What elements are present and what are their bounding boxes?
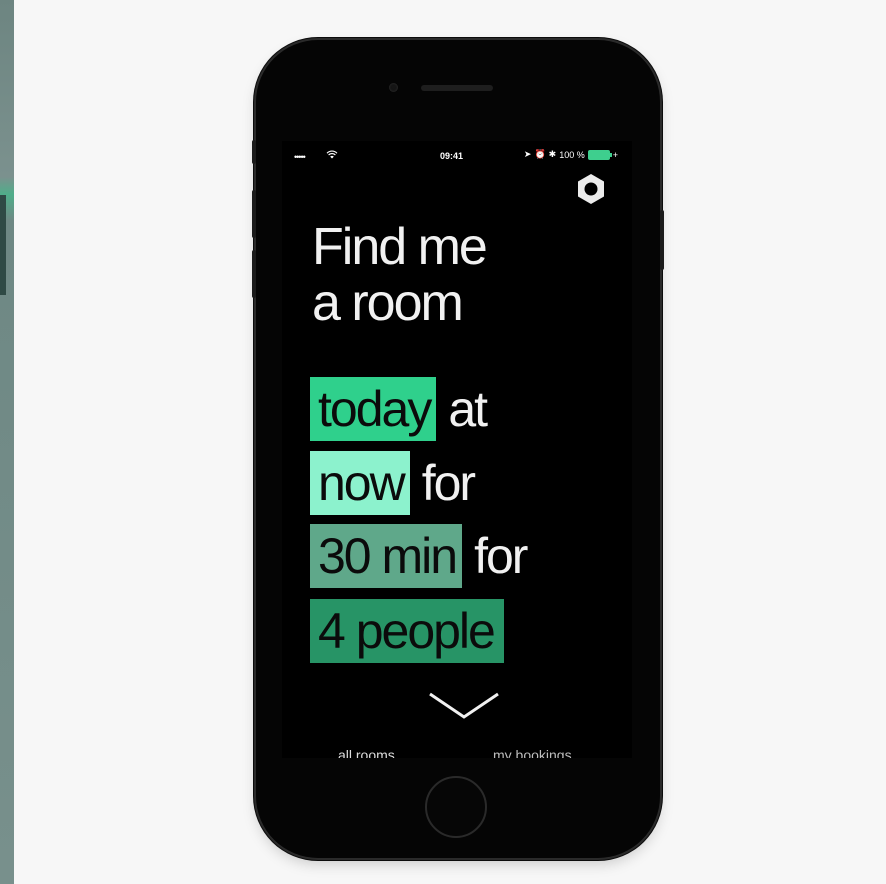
date-suffix: at	[448, 381, 488, 437]
wifi-icon	[326, 150, 338, 159]
earpiece-speaker	[421, 85, 493, 91]
headline-line-2: a room	[312, 274, 464, 332]
date-row: today at	[310, 377, 488, 441]
clock: 09:41	[440, 151, 464, 161]
people-chip[interactable]: 4 people	[310, 599, 504, 663]
duration-chip[interactable]: 30 min	[310, 524, 463, 588]
bluetooth-icon: ✱	[548, 149, 557, 159]
headline-line-1: Find me	[312, 218, 488, 276]
status-bar: ••••• 09:41 ➤ ⏰ ✱ 100 % +	[282, 141, 632, 169]
status-indicators: ➤ ⏰ ✱ 100 % +	[524, 149, 618, 160]
alarm-icon: ⏰	[534, 149, 546, 159]
volume-up-button	[252, 190, 256, 238]
bottom-tabs: all rooms my bookings	[282, 741, 632, 758]
mute-switch	[252, 140, 256, 164]
date-chip[interactable]: today	[310, 377, 437, 441]
headline: Find me a room	[312, 218, 488, 332]
signal-strength: •••••	[294, 152, 306, 162]
volume-down-button	[252, 250, 256, 298]
duration-suffix: for	[474, 528, 528, 584]
location-icon: ➤	[523, 149, 532, 159]
duration-row: 30 min for	[310, 524, 528, 588]
battery-percent: 100 %	[559, 149, 585, 160]
time-row: now for	[310, 451, 476, 515]
time-chip[interactable]: now	[310, 451, 410, 515]
background-sliver	[0, 195, 6, 295]
battery-icon	[587, 149, 612, 160]
tab-all-rooms[interactable]: all rooms	[338, 747, 395, 758]
time-suffix: for	[421, 455, 476, 511]
charging-icon: +	[612, 149, 618, 160]
people-row: 4 people	[310, 599, 516, 663]
power-button	[660, 210, 664, 270]
home-button[interactable]	[425, 776, 487, 838]
front-camera	[389, 83, 398, 92]
chevron-down-icon[interactable]	[428, 691, 500, 721]
tab-my-bookings[interactable]: my bookings	[493, 747, 572, 758]
app-screen: ••••• 09:41 ➤ ⏰ ✱ 100 % + Find me a room	[282, 141, 632, 758]
phone-frame: ••••• 09:41 ➤ ⏰ ✱ 100 % + Find me a room	[252, 40, 664, 858]
background-strip	[0, 0, 14, 884]
hexagon-settings-icon[interactable]	[573, 171, 609, 207]
